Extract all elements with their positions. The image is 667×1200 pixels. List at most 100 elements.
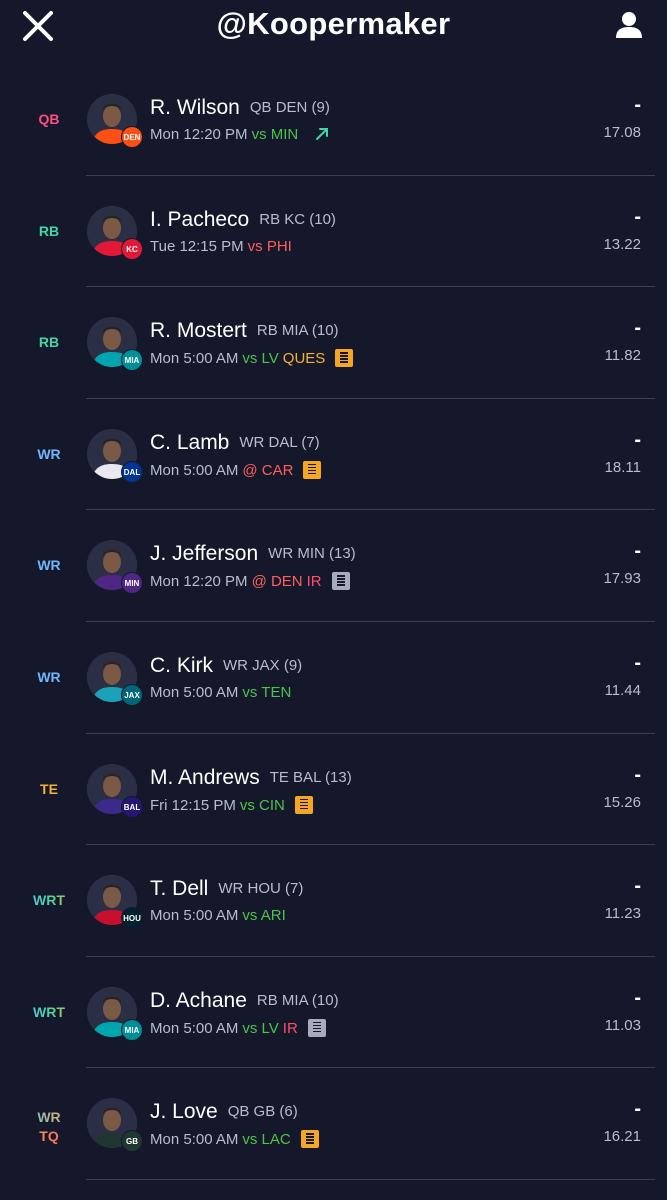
news-note-icon[interactable] [335, 349, 354, 368]
slot-primary: WR [37, 445, 61, 462]
roster-row[interactable]: WR JAX C. Kirk WR JAX (9) Mon 5:00 AM vs TEN -… [0, 622, 667, 734]
player-avatar: MIA [87, 986, 143, 1041]
player-name[interactable]: T. Dell [150, 877, 208, 900]
game-info: Mon 5:00 AM vs LV QUES [150, 349, 357, 368]
actual-points: - [634, 986, 641, 1009]
injury-status-badge: QUES [282, 350, 326, 368]
news-note-icon[interactable] [303, 460, 322, 479]
player-avatar: DEN [87, 94, 143, 148]
projected-points: 18.11 [604, 458, 641, 476]
roster-row[interactable]: WRT MIA D. Achane RB MIA (10) Mon 5:00 AM vs … [0, 957, 667, 1069]
actual-points: - [634, 94, 641, 116]
player-name[interactable]: R. Mostert [150, 319, 247, 342]
projected-points: 15.26 [603, 793, 641, 811]
roster-row[interactable]: WR MIN J. Jefferson WR MIN (13) Mon 12:20 PM… [0, 510, 667, 622]
actual-points: - [634, 540, 641, 563]
slot-label: RB [18, 333, 80, 352]
actual-points: - [634, 651, 641, 674]
player-position-team: TE BAL (13) [269, 768, 352, 786]
player-name[interactable]: C. Kirk [150, 654, 213, 677]
player-name-line: M. Andrews TE BAL (13) [150, 766, 352, 790]
game-time: Mon 12:20 PM [150, 573, 248, 591]
slot-label: WR [18, 556, 80, 575]
player-avatar: MIN [87, 540, 143, 595]
projected-points: 13.22 [603, 235, 641, 253]
team-logo-icon: KC [121, 237, 143, 260]
projected-points: 11.82 [604, 347, 641, 365]
actual-points: - [634, 763, 641, 786]
slot-label: QB [18, 110, 80, 129]
news-note-icon[interactable] [331, 572, 350, 591]
slot-label: WRT [18, 1003, 80, 1022]
game-info: Mon 12:20 PM vs MIN [150, 126, 330, 143]
player-name[interactable]: I. Pacheco [150, 208, 249, 231]
player-avatar: GB [87, 1098, 143, 1153]
team-logo-icon: MIN [121, 572, 143, 595]
projected-points: 16.21 [603, 1128, 641, 1146]
slot-label: TE [18, 780, 80, 799]
actual-points: - [634, 875, 641, 898]
slot-primary: WR [18, 1108, 80, 1127]
player-name[interactable]: J. Love [150, 1100, 218, 1123]
team-logo-icon: MIA [121, 1018, 143, 1041]
slot-secondary: TQ [18, 1127, 80, 1146]
game-time: Mon 5:00 AM [150, 1019, 239, 1037]
user-icon[interactable] [614, 10, 644, 40]
roster-row[interactable]: WRT HOU T. Dell WR HOU (7) Mon 5:00 AM vs ARI… [0, 845, 667, 957]
page-title: @Koopermaker [216, 6, 451, 41]
player-name[interactable]: R. Wilson [150, 96, 240, 119]
player-position-team: QB DEN (9) [249, 99, 330, 116]
app-header: @Koopermaker [0, 0, 667, 62]
player-name-line: D. Achane RB MIA (10) [150, 989, 339, 1013]
actual-points: - [634, 205, 641, 228]
news-note-icon[interactable] [307, 1018, 326, 1037]
player-name-line: J. Love QB GB (6) [150, 1100, 298, 1124]
player-name[interactable]: M. Andrews [150, 766, 260, 789]
opponent: vs CIN [239, 796, 285, 814]
game-time: Mon 5:00 AM [150, 1131, 239, 1149]
player-name[interactable]: C. Lamb [150, 431, 229, 454]
roster-row[interactable]: TE BAL M. Andrews TE BAL (13) Fri 12:15 PM vs… [0, 734, 667, 846]
news-note-icon[interactable] [300, 1130, 319, 1149]
news-note-icon[interactable] [294, 795, 313, 814]
player-avatar: BAL [87, 763, 143, 818]
player-name-line: T. Dell WR HOU (7) [150, 877, 303, 901]
opponent: vs LAC [242, 1131, 291, 1149]
player-position-team: WR MIN (13) [268, 545, 356, 563]
game-time: Mon 5:00 AM [150, 461, 239, 479]
player-name[interactable]: D. Achane [150, 989, 247, 1012]
injury-status-badge: IR [306, 573, 322, 591]
player-avatar: HOU [87, 875, 143, 930]
projected-points: 11.44 [604, 681, 641, 699]
game-info: Fri 12:15 PM vs CIN [150, 795, 317, 814]
player-name[interactable]: J. Jefferson [150, 542, 258, 565]
team-logo-icon: DEN [121, 126, 143, 148]
player-name-line: C. Lamb WR DAL (7) [150, 431, 320, 455]
opponent: vs TEN [242, 683, 292, 701]
roster-row[interactable]: RB MIA R. Mostert RB MIA (10) Mon 5:00 AM vs … [0, 287, 667, 399]
projected-points: 11.03 [604, 1016, 641, 1034]
slot-primary: RB [38, 334, 60, 351]
slot-label: WR [18, 668, 80, 687]
roster-row[interactable]: RB KC I. Pacheco RB KC (10) Tue 12:15 PM vs P… [0, 176, 667, 288]
team-logo-icon: JAX [121, 683, 143, 706]
roster-row[interactable]: QB DEN R. Wilson QB DEN (9) Mon 12:20 PM vs M… [0, 64, 667, 176]
team-logo-icon: GB [121, 1130, 143, 1153]
player-position-team: RB MIA (10) [256, 991, 339, 1009]
roster-list: QB DEN R. Wilson QB DEN (9) Mon 12:20 PM vs M… [0, 64, 667, 1180]
player-name-line: R. Wilson QB DEN (9) [150, 96, 330, 120]
opponent: vs LV [242, 1019, 279, 1037]
team-logo-icon: MIA [121, 349, 143, 372]
roster-row[interactable]: WR DAL C. Lamb WR DAL (7) Mon 5:00 AM @ CAR -1… [0, 399, 667, 511]
player-position-team: WR HOU (7) [218, 880, 304, 898]
player-avatar: DAL [87, 428, 143, 483]
row-divider [86, 1178, 655, 1180]
opponent: vs PHI [247, 237, 292, 255]
game-info: Mon 5:00 AM vs LAC [150, 1130, 323, 1149]
trending-up-icon [316, 128, 329, 140]
slot-primary: WR [37, 668, 61, 685]
slot-primary: TE [40, 780, 58, 797]
opponent: @ DEN [251, 573, 303, 591]
roster-row[interactable]: WR TQ GB J. Love QB GB (6) Mon 5:00 AM vs LAC -… [0, 1068, 667, 1180]
player-position-team: WR DAL (7) [239, 433, 320, 451]
